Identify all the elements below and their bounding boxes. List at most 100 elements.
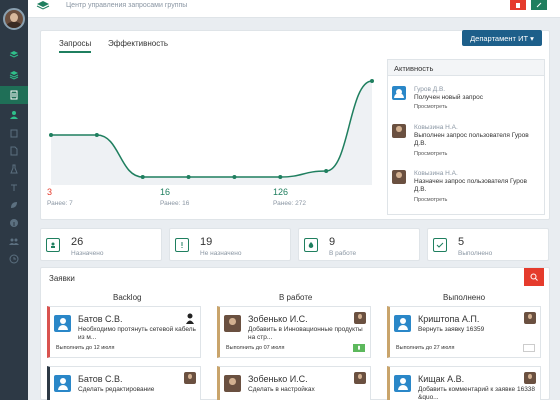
sidebar-item-requests[interactable] bbox=[0, 86, 28, 104]
stat-value-progress: 16 bbox=[160, 187, 171, 197]
sidebar-item-info[interactable] bbox=[0, 214, 28, 232]
requests-board: Заявки Backlog В работе Выполнено Батов … bbox=[40, 267, 550, 400]
column-title-in-progress: В работе bbox=[279, 293, 313, 302]
activity-view-link[interactable]: Просмотреть bbox=[414, 197, 447, 203]
activity-user[interactable]: Гуров Д.В. bbox=[414, 86, 445, 93]
user-icon bbox=[10, 111, 18, 119]
task-assignee: Зобенько И.С. bbox=[248, 314, 308, 324]
summary-assigned[interactable]: 26 Назначено bbox=[40, 228, 162, 261]
activity-user[interactable]: Ковызина Н.А. bbox=[414, 170, 458, 177]
person-badge-icon bbox=[46, 238, 60, 252]
activity-text: Получен новый запрос bbox=[414, 94, 483, 101]
task-description: Сделать редактирование bbox=[78, 386, 155, 393]
summary-label: Выполнено bbox=[458, 250, 493, 257]
app-subtitle: Центр управления запросами группы bbox=[66, 2, 188, 9]
action-button[interactable] bbox=[531, 0, 547, 10]
chart-point bbox=[49, 133, 53, 137]
stat-previous-done: Ранее: 272 bbox=[273, 200, 307, 207]
avatar bbox=[394, 315, 411, 332]
summary-unassigned[interactable]: 19 Не назначено bbox=[169, 228, 291, 261]
tab-requests[interactable]: Запросы bbox=[59, 39, 92, 53]
activity-item: Ковызина Н.А. Выполнен запрос пользовате… bbox=[392, 124, 542, 164]
activity-user[interactable]: Ковызина Н.А. bbox=[414, 124, 458, 131]
sidebar-item-stack[interactable] bbox=[0, 66, 28, 84]
requests-title: Заявки bbox=[49, 274, 75, 283]
avatar-thumb bbox=[354, 312, 366, 324]
chart-point bbox=[94, 133, 99, 137]
activity-text: Назначен запрос пользователя Гуров Д.В. bbox=[414, 178, 527, 193]
summary-label: В работе bbox=[329, 250, 357, 257]
sidebar-item-team[interactable] bbox=[0, 232, 28, 250]
chart-point bbox=[324, 169, 329, 173]
top-bar: Центр управления запросами группы bbox=[28, 0, 560, 18]
user-avatar[interactable] bbox=[3, 8, 25, 30]
gavel-icon bbox=[11, 184, 17, 191]
activity-text: Выполнен запрос пользователя Гуров Д.В. bbox=[414, 132, 529, 147]
summary-in-progress[interactable]: 9 В работе bbox=[298, 228, 420, 261]
sidebar-item-layers[interactable] bbox=[0, 46, 28, 64]
task-card[interactable]: Кищак А.В. Добавить комментарий к заявке… bbox=[387, 366, 541, 400]
avatar bbox=[54, 315, 71, 332]
sidebar-item-history[interactable] bbox=[0, 250, 28, 268]
clipboard-icon bbox=[10, 129, 18, 138]
avatar bbox=[392, 170, 406, 184]
task-card[interactable]: Криштопа А.П. Вернуть заявку 16359 Выпол… bbox=[387, 306, 541, 358]
requests-overview-card: Запросы Эффективность Департамент ИТ ▾ 3… bbox=[40, 30, 550, 220]
activity-title: Активность bbox=[388, 60, 544, 76]
summary-count: 5 bbox=[458, 236, 465, 248]
trash-icon bbox=[516, 3, 520, 8]
department-dropdown[interactable]: Департамент ИТ ▾ bbox=[462, 30, 542, 46]
sidebar-item-users[interactable] bbox=[0, 106, 28, 124]
avatar bbox=[224, 315, 241, 332]
activity-item: Гуров Д.В. Получен новый запрос Просмотр… bbox=[392, 86, 542, 116]
summary-count: 19 bbox=[200, 236, 213, 248]
sidebar-item-lab[interactable] bbox=[0, 160, 28, 178]
summary-completed[interactable]: 5 Выполнено bbox=[427, 228, 549, 261]
sidebar-item-file[interactable] bbox=[0, 142, 28, 160]
person-icon bbox=[186, 313, 194, 324]
stat-value-done: 126 bbox=[273, 187, 289, 197]
stat-previous-progress: Ранее: 16 bbox=[160, 200, 190, 207]
avatar-thumb bbox=[354, 372, 366, 384]
avatar bbox=[224, 375, 241, 392]
chart-point bbox=[186, 175, 191, 179]
tab-efficiency[interactable]: Эффективность bbox=[108, 39, 168, 51]
chart-point bbox=[140, 175, 145, 179]
task-card[interactable]: Батов С.В. Необходимо протянуть сетевой … bbox=[47, 306, 201, 358]
task-card[interactable]: Зобенько И.С. Добавить в Инновационные п… bbox=[217, 306, 371, 358]
activity-view-link[interactable]: Просмотреть bbox=[414, 104, 447, 110]
summary-count: 26 bbox=[71, 236, 84, 248]
info-icon bbox=[10, 219, 18, 227]
avatar bbox=[392, 86, 406, 100]
leaf-icon bbox=[11, 202, 17, 208]
task-description: Необходимо протянуть сетевой кабель из м… bbox=[78, 326, 196, 341]
task-description: Вернуть заявку 16359 bbox=[418, 326, 485, 333]
summary-label: Назначено bbox=[71, 250, 104, 257]
task-card[interactable]: Батов С.В. Сделать редактирование bbox=[47, 366, 201, 400]
column-title-backlog: Backlog bbox=[113, 293, 142, 302]
task-assignee: Батов С.В. bbox=[78, 314, 123, 324]
document-icon bbox=[10, 90, 18, 100]
flame-icon bbox=[304, 238, 318, 252]
file-icon bbox=[10, 146, 18, 156]
task-description: Добавить в Инновационные продукты на стр… bbox=[248, 326, 363, 341]
task-card[interactable]: Зобенько И.С. Сделать в настройках bbox=[217, 366, 371, 400]
users-icon bbox=[9, 238, 19, 245]
task-assignee: Батов С.В. bbox=[78, 374, 123, 384]
task-description: Добавить комментарий к заявке 16338 &quo… bbox=[418, 386, 536, 400]
stat-previous-new: Ранее: 7 bbox=[47, 200, 73, 207]
activity-view-link[interactable]: Просмотреть bbox=[414, 151, 447, 157]
arrow-icon bbox=[536, 2, 542, 8]
sidebar-item-leaf[interactable] bbox=[0, 196, 28, 214]
chart-point bbox=[370, 79, 374, 83]
delete-button[interactable] bbox=[510, 0, 526, 10]
sidebar-item-clipboard[interactable] bbox=[0, 124, 28, 142]
task-assignee: Зобенько И.С. bbox=[248, 374, 308, 384]
avatar-thumb bbox=[524, 372, 536, 384]
task-due-date: Выполнить до 27 июля bbox=[396, 345, 455, 351]
summary-label: Не назначено bbox=[200, 250, 242, 257]
search-button[interactable] bbox=[524, 268, 544, 286]
avatar bbox=[394, 375, 411, 392]
sidebar bbox=[0, 0, 28, 400]
sidebar-item-gavel[interactable] bbox=[0, 178, 28, 196]
